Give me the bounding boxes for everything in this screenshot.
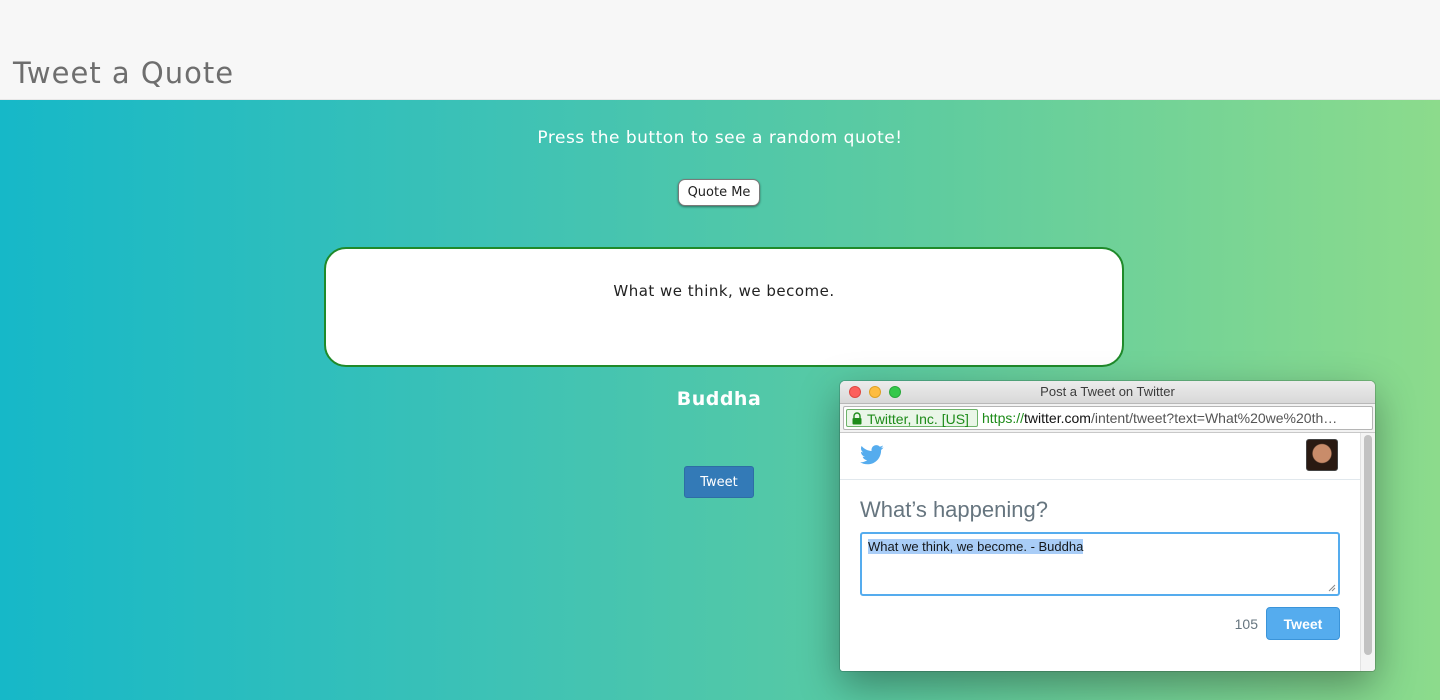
url-path: /intent/tweet?text=What%20we%20th… [1090,410,1338,426]
address-bar: Twitter, Inc. [US] https://twitter.com/i… [840,404,1375,433]
window-title: Post a Tweet on Twitter [1040,384,1175,399]
tweet-button[interactable]: Tweet [684,466,754,498]
url-text: https://twitter.com/intent/tweet?text=Wh… [982,410,1370,426]
avatar[interactable] [1306,439,1338,471]
url-field[interactable]: Twitter, Inc. [US] https://twitter.com/i… [843,406,1373,430]
url-host: twitter.com [1024,410,1091,426]
lock-icon [852,412,862,425]
character-counter: 105 [1234,616,1258,632]
popup-scrollbar[interactable] [1360,433,1375,671]
instruction-text: Press the button to see a random quote! [537,128,903,148]
compose-heading: What’s happening? [860,497,1048,522]
scrollbar-thumb[interactable] [1364,435,1372,655]
quote-card: What we think, we become. [324,247,1124,367]
url-scheme: https:// [982,410,1025,426]
window-titlebar[interactable]: Post a Tweet on Twitter [840,381,1375,404]
certificate-label: Twitter, Inc. [US] [867,411,969,427]
tweet-compose-panel: What’s happening? What we think, we beco… [840,433,1360,671]
quote-author: Buddha [676,388,762,410]
tweet-popup-window: Post a Tweet on Twitter Twitter, Inc. [U… [840,381,1375,671]
quote-me-button[interactable]: Quote Me [678,179,760,206]
app-header: Tweet a Quote [0,0,1440,100]
certificate-badge[interactable]: Twitter, Inc. [US] [846,409,978,427]
tweet-text: What we think, we become. - Buddha [868,539,1084,554]
twitter-header [840,433,1360,480]
resize-grip-icon[interactable] [1328,584,1336,592]
post-tweet-button[interactable]: Tweet [1266,607,1340,640]
quote-text: What we think, we become. [613,282,835,300]
twitter-bird-icon[interactable] [860,445,884,465]
page-title: Tweet a Quote [13,56,235,90]
tweet-textarea[interactable]: What we think, we become. - Buddha [860,532,1340,596]
